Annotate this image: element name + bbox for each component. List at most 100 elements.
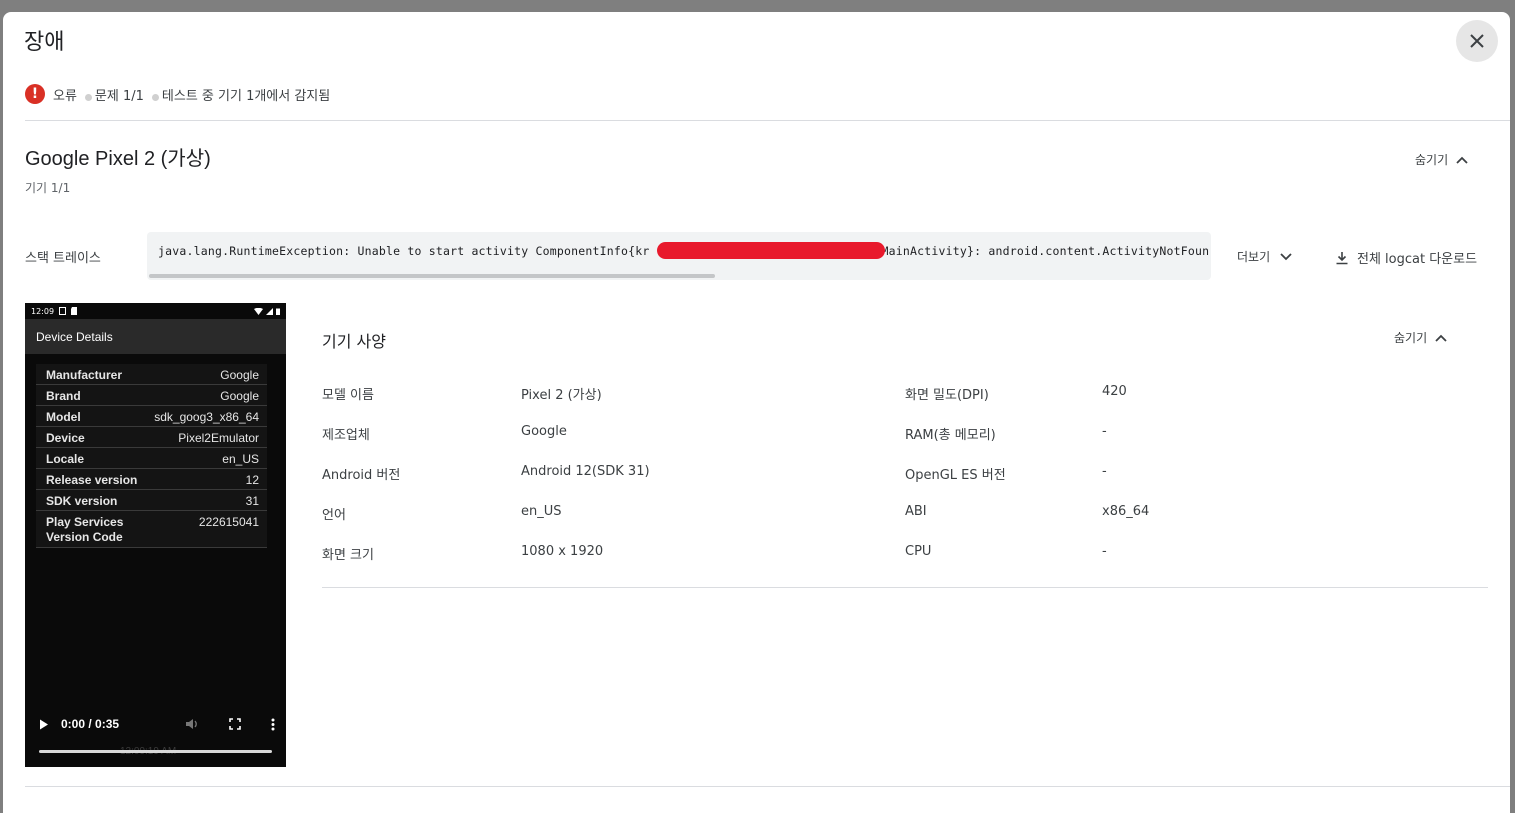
separator-dot <box>84 93 92 101</box>
volume-icon[interactable] <box>185 718 199 730</box>
device-name: Google Pixel 2 (가상) <box>25 148 211 170</box>
download-icon <box>1336 251 1348 264</box>
spec-value: 420 <box>1102 384 1127 399</box>
device-detail-row: Brand Google <box>36 385 267 406</box>
device-detail-value: 31 <box>245 494 259 508</box>
device-detail-key: Brand <box>46 389 81 403</box>
spec-label: 언어 <box>322 508 346 523</box>
status-time: 12:09 <box>31 306 55 316</box>
failure-dialog: 장애 ! 오류 문제 1/1 테스트 중 기기 1개에서 감지됨 Google … <box>3 12 1510 813</box>
spec-label: RAM(총 메모리) <box>905 428 996 443</box>
detection-info: 테스트 중 기기 1개에서 감지됨 <box>161 88 331 104</box>
spec-row: 언어 en_US ABI x86_64 <box>322 504 1488 544</box>
spec-value: en_US <box>521 504 562 519</box>
dialog-title: 장애 <box>24 30 65 55</box>
stack-trace-text-end: MainActivity}: android.content.ActivityN… <box>881 244 1210 258</box>
spec-label: 모델 이름 <box>322 388 374 403</box>
failure-summary: ! 오류 문제 1/1 테스트 중 기기 1개에서 감지됨 <box>25 84 330 104</box>
device-detail-value: Google <box>220 368 259 382</box>
stack-trace-box[interactable]: java.lang.RuntimeException: Unable to st… <box>147 232 1211 280</box>
device-detail-key: Locale <box>46 452 85 466</box>
spec-label: CPU <box>905 544 932 559</box>
close-icon <box>1470 34 1484 48</box>
battery-icon <box>276 308 280 315</box>
spec-value: Pixel 2 (가상) <box>521 388 602 403</box>
spec-row: Android 버전 Android 12(SDK 31) OpenGL ES 버전… <box>322 464 1488 504</box>
hide-specs-button[interactable]: 숨기기 <box>1394 329 1447 346</box>
play-icon[interactable] <box>39 719 49 730</box>
sd-card-icon <box>71 307 78 315</box>
divider <box>25 786 1510 787</box>
specs-title: 기기 사양 <box>322 332 386 351</box>
more-options-icon[interactable] <box>271 718 275 731</box>
device-detail-value: 222615041 <box>198 515 259 529</box>
divider <box>322 587 1488 588</box>
spec-value: 1080 x 1920 <box>521 544 604 559</box>
device-detail-row: Release version 12 <box>36 469 267 490</box>
download-logcat-button[interactable]: 전체 logcat 다운로드 <box>1335 248 1477 267</box>
signal-icon <box>266 307 273 315</box>
device-detail-key: Release version <box>46 473 138 487</box>
redaction-mark <box>657 242 885 259</box>
chevron-up-icon <box>1435 334 1447 342</box>
notification-icon <box>59 307 67 315</box>
device-detail-row: Manufacturer Google <box>36 364 267 385</box>
device-detail-value: en_US <box>222 452 259 466</box>
device-detail-row: Play Services Version Code 222615041 <box>36 511 267 548</box>
spec-label: 제조업체 <box>322 428 370 443</box>
spec-value: Google <box>521 424 567 439</box>
spec-value: - <box>1102 424 1107 439</box>
app-bar: Device Details <box>25 319 286 354</box>
video-progress-bar[interactable] <box>39 750 272 753</box>
spec-label: ABI <box>905 504 927 519</box>
video-time: 0:00 / 0:35 <box>61 717 120 731</box>
spec-row: 화면 크기 1080 x 1920 CPU - <box>322 544 1488 584</box>
separator-dot <box>151 93 159 101</box>
spec-label: 화면 크기 <box>322 548 374 563</box>
wifi-icon <box>254 307 263 315</box>
device-detail-value: 12 <box>245 473 259 487</box>
stack-trace-text-start: java.lang.RuntimeException: Unable to st… <box>158 244 650 258</box>
spec-row: 모델 이름 Pixel 2 (가상) 화면 밀도(DPI) 420 <box>322 384 1488 424</box>
fullscreen-icon[interactable] <box>229 718 241 730</box>
divider <box>25 120 1510 121</box>
spec-row: 제조업체 Google RAM(총 메모리) - <box>322 424 1488 464</box>
hide-label: 숨기기 <box>1394 331 1428 345</box>
device-detail-value: Google <box>220 389 259 403</box>
spec-label: Android 버전 <box>322 468 401 483</box>
spec-value: x86_64 <box>1102 504 1150 519</box>
device-detail-key: Model <box>46 410 81 424</box>
spec-value: - <box>1102 544 1107 559</box>
phone-status-bar: 12:09 <box>25 303 286 319</box>
specs-grid: 모델 이름 Pixel 2 (가상) 화면 밀도(DPI) 420 제조업체 Google… <box>322 384 1488 584</box>
hide-device-button[interactable]: 숨기기 <box>1415 151 1468 168</box>
device-details-table: Manufacturer Google Brand Google Model sdk_go… <box>36 364 267 548</box>
device-count: 기기 1/1 <box>25 181 71 195</box>
hide-label: 숨기기 <box>1415 153 1449 167</box>
device-detail-value: Pixel2Emulator <box>178 431 259 445</box>
device-detail-row: Model sdk_goog3_x86_64 <box>36 406 267 427</box>
chevron-up-icon <box>1456 156 1468 164</box>
device-video[interactable]: 12:09 Device Details Manufacturer Google B… <box>25 303 286 767</box>
close-button[interactable] <box>1456 20 1498 62</box>
download-label: 전체 logcat 다운로드 <box>1357 252 1478 267</box>
device-detail-key: Play Services Version Code <box>46 515 124 544</box>
device-detail-key: Manufacturer <box>46 368 123 382</box>
device-detail-key: Device <box>46 431 85 445</box>
spec-label: OpenGL ES 버전 <box>905 468 1006 483</box>
device-detail-value: sdk_goog3_x86_64 <box>154 410 259 424</box>
stack-trace-label: 스택 트레이스 <box>25 251 101 266</box>
device-detail-key: SDK version <box>46 494 118 508</box>
device-detail-row: Locale en_US <box>36 448 267 469</box>
severity-label: 오류 <box>53 88 77 104</box>
device-detail-row: SDK version 31 <box>36 490 267 511</box>
show-more-button[interactable]: 더보기 <box>1237 248 1292 265</box>
spec-value: Android 12(SDK 31) <box>521 464 650 479</box>
horizontal-scrollbar[interactable] <box>149 274 715 278</box>
device-detail-row: Device Pixel2Emulator <box>36 427 267 448</box>
error-icon: ! <box>25 84 45 104</box>
video-controls: 0:00 / 0:35 12:09:19 AM <box>25 708 286 767</box>
spec-label: 화면 밀도(DPI) <box>905 388 989 403</box>
spec-value: - <box>1102 464 1107 479</box>
issue-count: 문제 1/1 <box>94 88 144 104</box>
